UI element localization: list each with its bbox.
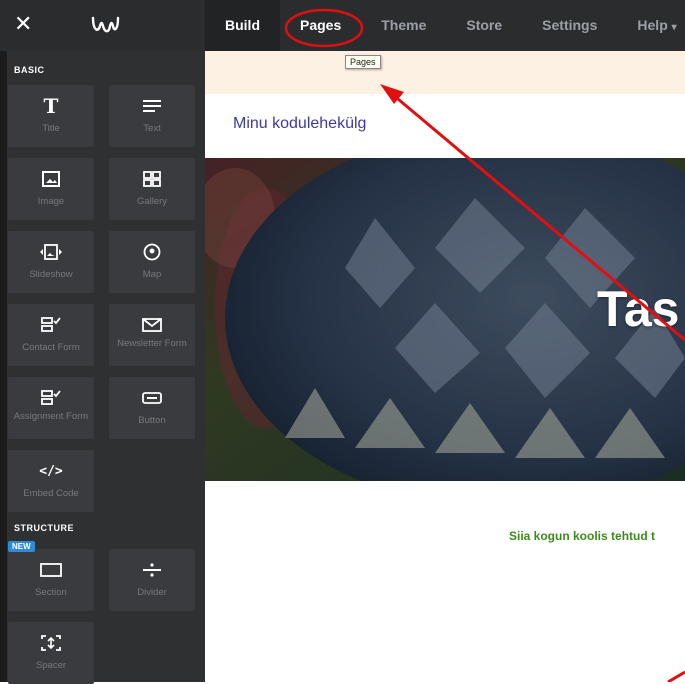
tile-assignment-form[interactable]: Assignment Form xyxy=(8,377,94,439)
spacer-icon xyxy=(8,632,94,654)
body-text[interactable]: Siia kogun koolis tehtud t xyxy=(509,529,655,543)
tile-button[interactable]: Button xyxy=(109,377,195,439)
tile-label: Title xyxy=(42,123,60,134)
tile-label: Contact Form xyxy=(22,342,80,353)
tile-label: Button xyxy=(138,415,166,426)
close-icon[interactable]: ✕ xyxy=(14,14,36,36)
button-icon xyxy=(109,387,195,409)
tile-embed-code[interactable]: </> Embed Code xyxy=(8,450,94,512)
tile-newsletter-form[interactable]: Newsletter Form xyxy=(109,304,195,366)
tile-label: Gallery xyxy=(136,196,168,207)
tile-label: Map xyxy=(142,269,162,280)
divider-icon xyxy=(109,559,195,581)
gallery-icon xyxy=(109,168,195,190)
top-toolbar: ✕ Build Pages Theme Store Settings Help … xyxy=(0,0,685,51)
tile-spacer[interactable]: Spacer xyxy=(8,622,94,684)
tab-help[interactable]: Help ▾ xyxy=(617,0,685,51)
tile-map[interactable]: Map xyxy=(109,231,195,293)
tile-label: Assignment Form xyxy=(13,411,89,422)
weebly-logo-icon[interactable] xyxy=(90,12,120,38)
tile-label: Slideshow xyxy=(29,269,73,280)
tile-text[interactable]: Text xyxy=(109,85,195,147)
notice-banner xyxy=(205,51,685,94)
tile-label: Divider xyxy=(137,587,167,598)
tile-slideshow[interactable]: Slideshow xyxy=(8,231,94,293)
tab-build[interactable]: Build xyxy=(205,0,280,51)
tile-label: Embed Code xyxy=(23,488,79,499)
tab-store[interactable]: Store xyxy=(446,0,522,51)
hero-banner[interactable]: Tas xyxy=(205,158,685,481)
newsletter-icon xyxy=(109,314,195,336)
hero-title[interactable]: Tas xyxy=(597,280,679,338)
slideshow-icon xyxy=(8,241,94,263)
tile-label: Image xyxy=(37,196,65,207)
contact-form-icon xyxy=(8,314,94,336)
map-pin-icon xyxy=(109,241,195,263)
main-nav: Build Pages Theme Store Settings Help ▾ xyxy=(205,0,685,51)
text-icon xyxy=(109,95,195,117)
tile-section[interactable]: Section xyxy=(8,549,94,611)
tile-title[interactable]: T Title xyxy=(8,85,94,147)
tile-label: Section xyxy=(35,587,67,598)
title-icon: T xyxy=(43,94,59,118)
tab-settings[interactable]: Settings xyxy=(522,0,617,51)
tile-gallery[interactable]: Gallery xyxy=(109,158,195,220)
assignment-form-icon xyxy=(8,387,94,409)
pages-tooltip: Pages xyxy=(345,55,381,69)
embed-code-icon: </> xyxy=(39,463,63,479)
element-sidebar: BASIC T Title Text Image Gallery Slidesh… xyxy=(0,51,205,684)
section-icon xyxy=(8,559,94,581)
tile-label: Spacer xyxy=(35,660,67,671)
site-title[interactable]: Minu kodulehekülg xyxy=(233,115,366,133)
new-badge: NEW xyxy=(8,541,35,552)
chevron-down-icon: ▾ xyxy=(671,22,677,33)
tile-divider[interactable]: Divider xyxy=(109,549,195,611)
tile-image[interactable]: Image xyxy=(8,158,94,220)
page-canvas[interactable]: Pages Minu kodulehekülg Tas Siia kogun k… xyxy=(205,51,685,682)
section-label-structure: STRUCTURE xyxy=(14,523,74,533)
image-icon xyxy=(8,168,94,190)
tile-contact-form[interactable]: Contact Form xyxy=(8,304,94,366)
tile-label: Newsletter Form xyxy=(117,338,187,349)
tab-help-label: Help xyxy=(637,17,668,33)
section-label-basic: BASIC xyxy=(14,65,45,75)
tab-theme[interactable]: Theme xyxy=(361,0,446,51)
tab-pages[interactable]: Pages xyxy=(280,0,361,51)
tile-label: Text xyxy=(143,123,161,134)
